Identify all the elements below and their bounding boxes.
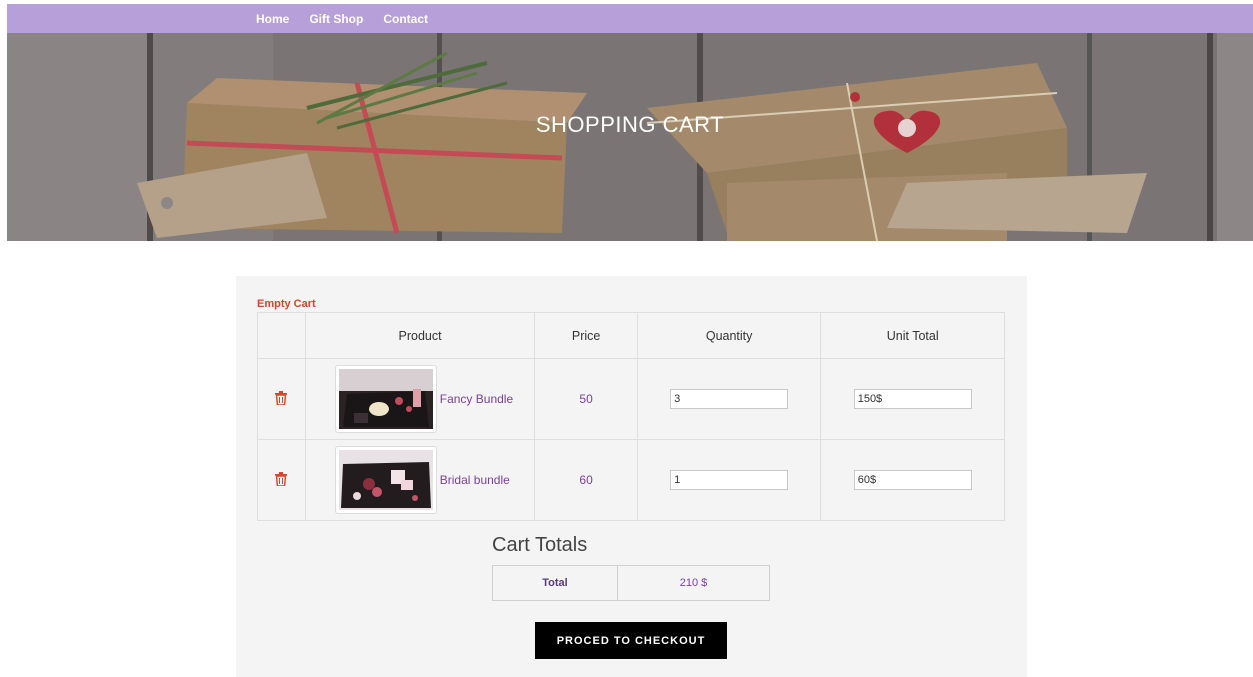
cart-totals-title: Cart Totals <box>492 534 588 556</box>
unit-total-cell <box>820 358 1005 440</box>
page: Home Gift Shop Contact SHOPPING CART Emp… <box>0 0 1253 677</box>
table-header-row: Product Price Quantity Unit Total <box>257 312 1005 359</box>
quantity-input[interactable] <box>670 470 789 490</box>
top-navbar: Home Gift Shop Contact <box>7 4 1253 33</box>
product-cell: Fancy Bundle <box>304 358 536 440</box>
trash-icon[interactable] <box>275 471 288 489</box>
quantity-input[interactable] <box>670 389 789 409</box>
hero-banner: SHOPPING CART <box>7 33 1253 241</box>
nav-link-gift-shop[interactable]: Gift Shop <box>309 12 363 26</box>
quantity-cell <box>636 358 822 440</box>
empty-cart-link[interactable]: Empty Cart <box>257 298 316 310</box>
unit-total-cell <box>820 439 1005 521</box>
nav-links: Home Gift Shop Contact <box>256 12 448 26</box>
totals-value: 210 $ <box>617 565 770 601</box>
unit-total-field[interactable] <box>853 389 972 409</box>
bridal-bundle-photo <box>338 450 433 510</box>
nav-link-contact[interactable]: Contact <box>383 12 428 26</box>
col-header-product: Product <box>304 312 536 359</box>
price-cell: 60 <box>534 439 638 521</box>
cart-totals-table: Total 210 $ <box>492 565 770 601</box>
product-image[interactable] <box>334 446 437 514</box>
delete-cell <box>257 439 306 521</box>
checkout-button[interactable]: PROCED TO CHECKOUT <box>535 622 727 659</box>
price-value: 50 <box>579 392 593 406</box>
cart-table: Product Price Quantity Unit Total Fancy … <box>257 312 1005 521</box>
table-row: Bridal bundle 60 <box>257 439 1005 521</box>
hero-title: SHOPPING CART <box>535 112 725 137</box>
table-row: Fancy Bundle 50 <box>257 358 1005 440</box>
totals-row: Total 210 $ <box>492 565 770 601</box>
price-cell: 50 <box>534 358 638 440</box>
product-name[interactable]: Bridal bundle <box>440 473 510 487</box>
quantity-cell <box>636 439 822 521</box>
unit-total-field[interactable] <box>853 470 972 490</box>
totals-label: Total <box>492 565 618 601</box>
col-header-quantity: Quantity <box>636 312 822 359</box>
col-header-price: Price <box>534 312 638 359</box>
trash-icon[interactable] <box>275 390 288 408</box>
nav-link-home[interactable]: Home <box>256 12 289 26</box>
col-header-unit-total: Unit Total <box>820 312 1005 359</box>
delete-cell <box>257 358 306 440</box>
product-cell: Bridal bundle <box>304 439 536 521</box>
price-value: 60 <box>579 473 593 487</box>
col-header-delete <box>257 312 306 359</box>
fancy-bundle-photo <box>338 369 433 429</box>
product-image[interactable] <box>334 365 437 433</box>
cart-panel: Empty Cart Product Price Quantity Unit T… <box>236 276 1027 677</box>
product-name[interactable]: Fancy Bundle <box>440 392 513 406</box>
